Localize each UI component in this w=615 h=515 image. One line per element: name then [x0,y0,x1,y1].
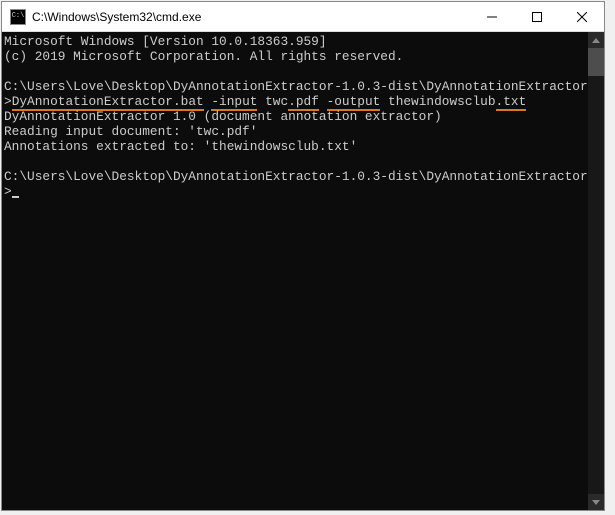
cmd-window: C:\ C:\Windows\System32\cmd.exe Microsof… [1,1,605,511]
scrollbar-track[interactable] [588,48,604,494]
output-line: Annotations extracted to: 'thewindowsclu… [4,139,357,154]
copyright-line: (c) 2019 Microsoft Corporation. All righ… [4,49,403,64]
prompt-path: C:\Users\Love\Desktop\DyAnnotationExtrac… [4,169,588,199]
cmd-output-name: thewindowsclub [380,94,495,109]
chevron-up-icon [592,38,600,43]
vertical-scrollbar[interactable] [588,32,604,510]
close-icon [577,12,587,22]
cmd-icon-label: C:\ [12,13,25,20]
scroll-up-button[interactable] [588,32,604,48]
chevron-down-icon [592,500,600,505]
text-cursor [12,196,19,198]
window-title: C:\Windows\System32\cmd.exe [32,10,469,24]
cmd-space [319,94,327,109]
maximize-button[interactable] [514,2,559,31]
minimize-button[interactable] [469,2,514,31]
cmd-icon: C:\ [10,9,26,25]
cmd-input-name: twc [257,94,288,109]
version-line: Microsoft Windows [Version 10.0.18363.95… [4,34,327,49]
scrollbar-thumb[interactable] [588,48,604,76]
output-line: DyAnnotationExtractor 1.0 (document anno… [4,109,442,124]
console-area: Microsoft Windows [Version 10.0.18363.95… [2,32,604,510]
scroll-down-button[interactable] [588,494,604,510]
minimize-icon [487,12,497,22]
titlebar[interactable]: C:\ C:\Windows\System32\cmd.exe [2,2,604,32]
window-controls [469,2,604,31]
console-output[interactable]: Microsoft Windows [Version 10.0.18363.95… [2,32,588,510]
output-line: Reading input document: 'twc.pdf' [4,124,257,139]
close-button[interactable] [559,2,604,31]
cmd-output-ext: .txt [496,94,527,111]
maximize-icon [532,12,542,22]
